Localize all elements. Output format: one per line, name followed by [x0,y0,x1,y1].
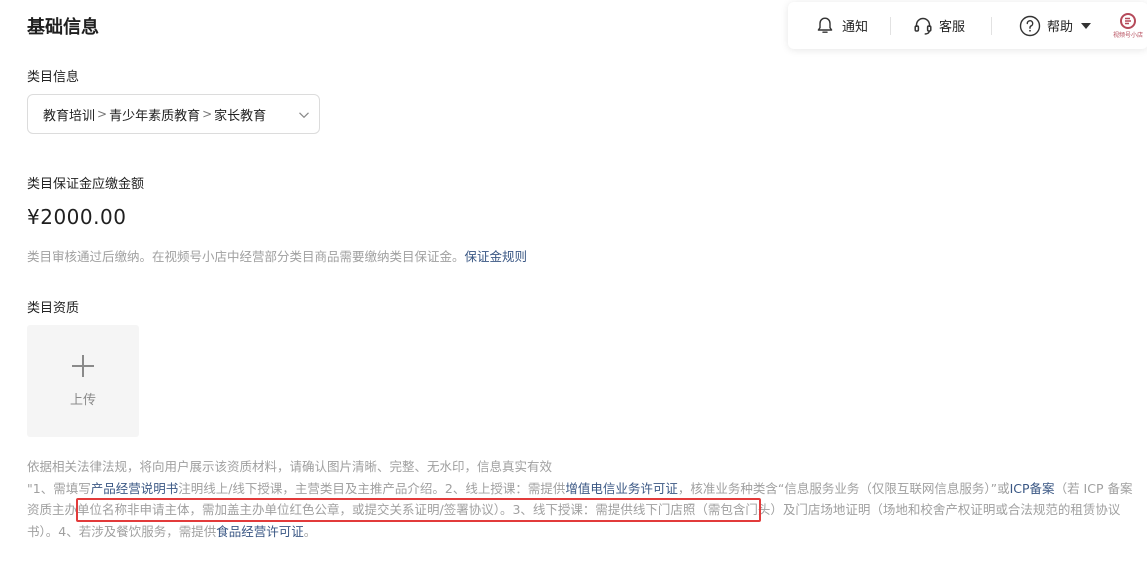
notes-text: ，核准业务种类含“信息服务业务（仅限互联网信息服务）”或 [677,480,1010,496]
deposit-rules-link[interactable]: 保证金规则 [465,249,528,264]
plus-icon [72,354,94,377]
upload-button[interactable]: 上传 [27,325,139,437]
deposit-amount: ¥2000.00 [27,205,127,229]
category-level-1: 教育培训 [43,108,96,124]
notes-text: "1、需填写 [27,480,91,496]
qualification-label: 类目资质 [27,301,80,316]
page-title: 基础信息 [27,17,99,38]
category-separator: > [202,107,213,121]
notes-text: 注明线上/线下授课，主营类目及主推产品介绍。2、线上授课：需提供 [178,480,566,496]
help-label: 帮助 [1047,20,1074,35]
notify-button[interactable]: 通知 [816,16,868,35]
service-button[interactable]: 客服 [913,16,965,36]
toolbar-divider [991,16,993,35]
service-label: 客服 [939,20,966,35]
brand-logo-text: 视频号小店 [1113,31,1144,39]
brand-logo[interactable]: 视频号小店 [1113,12,1144,39]
upload-label: 上传 [69,392,96,408]
toolbar-divider [890,16,892,35]
food-license-link[interactable]: 食品经营许可证 [216,524,304,539]
deposit-hint: 类目审核通过后缴纳。在视频号小店中经营部分类目商品需要缴纳类目保证金。保证金规则 [27,246,527,265]
bell-icon [817,17,833,33]
headset-icon [914,17,932,35]
telecom-license-link[interactable]: 增值电信业务许可证 [565,481,678,496]
icp-filing-link[interactable]: ICP备案 [1010,481,1055,496]
brand-logo-icon [1120,12,1137,29]
deposit-hint-text: 类目审核通过后缴纳。在视频号小店中经营部分类目商品需要缴纳类目保证金。 [27,249,465,264]
category-separator: > [97,107,108,121]
category-level-3: 家长教育 [214,108,267,124]
chevron-down-icon [299,112,309,119]
notes-intro: 依据相关法律法规，将向用户展示该资质材料，请确认图片清晰、完整、无水印，信息真实… [27,459,553,474]
caret-down-icon [1081,22,1092,29]
product-manual-link[interactable]: 产品经营说明书 [91,481,179,496]
qualification-notes: 依据相关法律法规，将向用户展示该资质材料，请确认图片清晰、完整、无水印，信息真实… [27,456,1139,542]
question-circle-icon [1019,15,1041,36]
notes-body: "1、需填写产品经营说明书注明线上/线下授课，主营类目及主推产品介绍。2、线上授… [27,478,1139,543]
deposit-label: 类目保证金应缴金额 [27,177,145,192]
category-select[interactable]: 教育培训 > 青少年素质教育 > 家长教育 [27,94,320,134]
notify-label: 通知 [842,20,869,35]
notes-text: 。 [303,523,317,539]
category-level-2: 青少年素质教育 [109,108,201,124]
category-info-label: 类目信息 [27,70,80,85]
top-toolbar: 通知 客服 帮助 视频号小店 [788,2,1147,49]
help-menu-button[interactable]: 帮助 [1019,15,1092,37]
